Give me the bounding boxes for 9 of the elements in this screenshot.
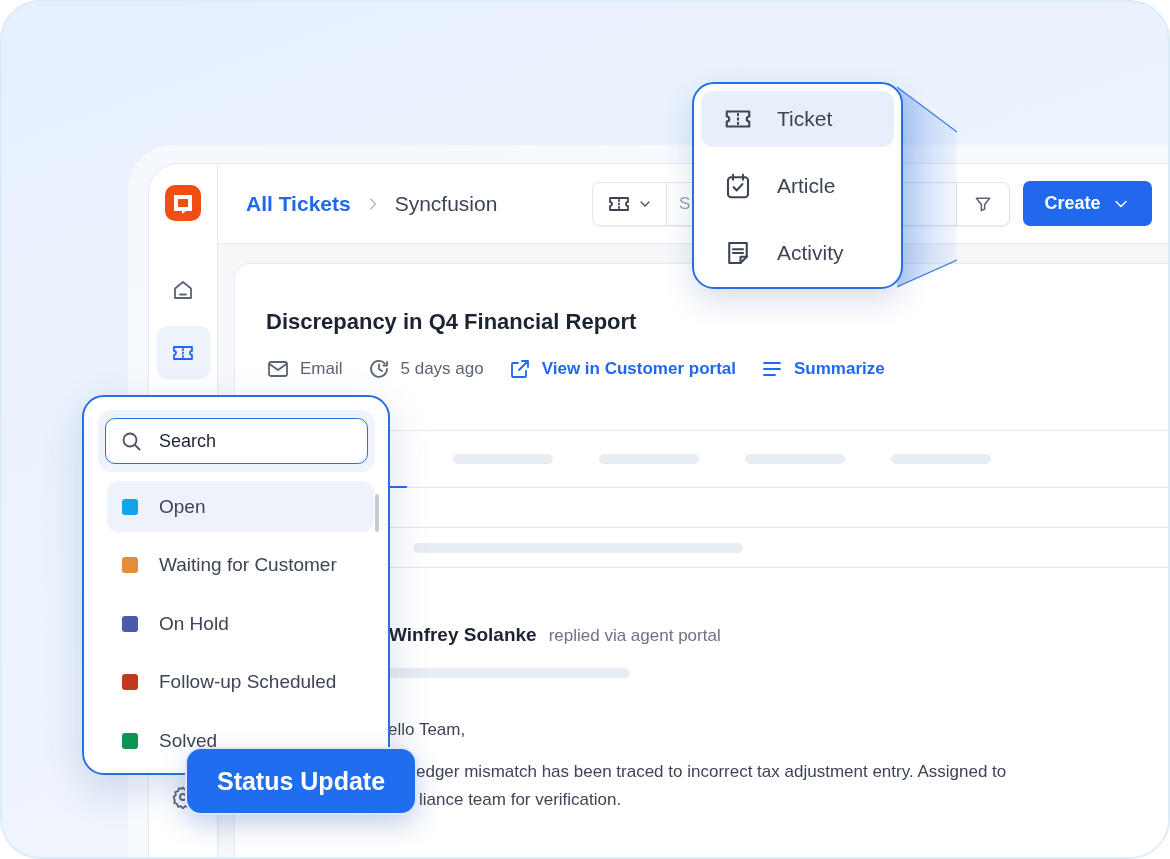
reply-source: replied via agent portal [548,626,721,646]
breadcrumb-item: Syncfusion [394,191,498,216]
author-name: Winfrey Solanke [389,624,537,646]
message-text: liance team for verification. [418,789,623,811]
ticket-title: Discrepancy in Q4 Financial Report [266,309,638,335]
meta-text: Email [300,359,343,379]
status-update-tooltip: Status Update [185,747,417,815]
meta-text: 5 days ago [400,359,484,379]
message-text: edger mismatch has been traced to incorrect tax adjustment entry. Assigned to [415,761,1008,783]
